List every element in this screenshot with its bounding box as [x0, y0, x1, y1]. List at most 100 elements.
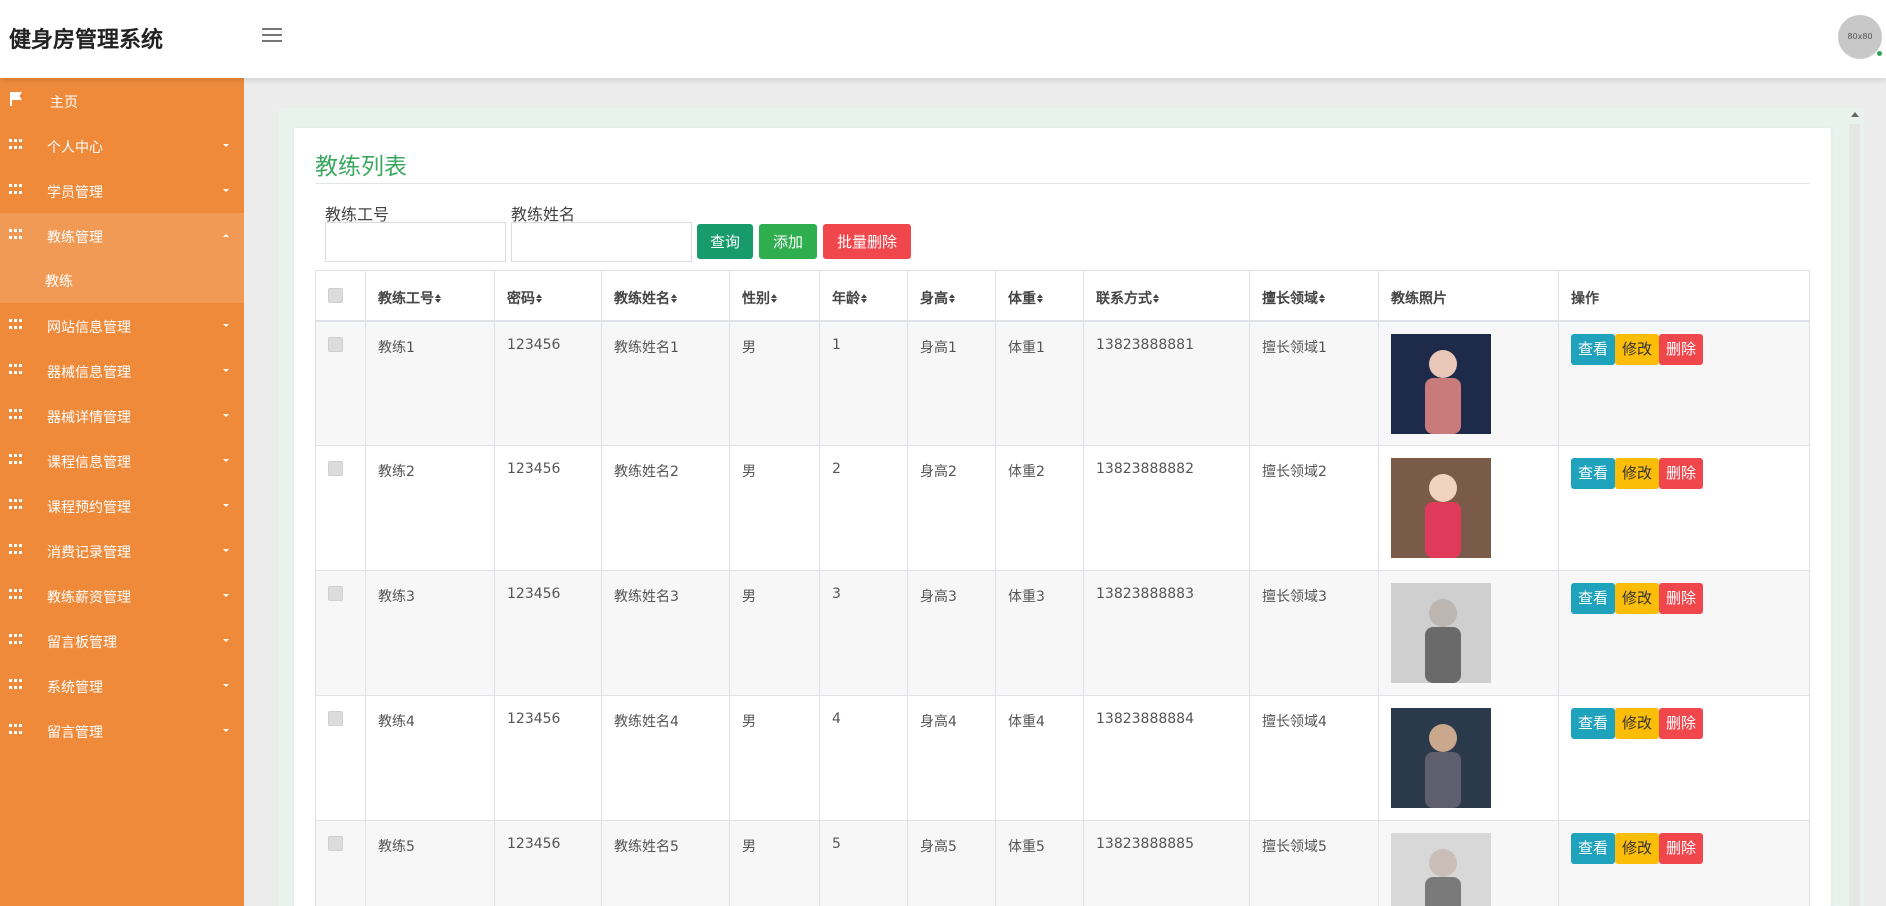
table-row: 教练2 123456 教练姓名2 男 2 身高2 体重2 13823888882 擅长领域2 查看…: [315, 445, 1810, 571]
table-cell-password: 123456: [494, 570, 602, 696]
delete-button[interactable]: 删除: [1659, 333, 1704, 365]
coach-photo[interactable]: [1391, 583, 1491, 683]
column-header[interactable]: 身高: [907, 270, 996, 322]
sidebar-item-label: 个人中心: [47, 140, 103, 156]
view-button[interactable]: 查看: [1571, 333, 1616, 365]
row-checkbox[interactable]: [328, 461, 343, 476]
view-button[interactable]: 查看: [1571, 458, 1616, 489]
column-header[interactable]: 联系方式: [1083, 270, 1250, 322]
edit-button[interactable]: 修改: [1615, 708, 1660, 739]
sidebar-item-site-info[interactable]: 网站信息管理: [0, 303, 244, 348]
coach-photo[interactable]: [1391, 333, 1491, 434]
sidebar-item-home[interactable]: 主页: [0, 78, 244, 123]
delete-button[interactable]: 删除: [1659, 833, 1704, 864]
edit-button[interactable]: 修改: [1615, 583, 1660, 614]
column-header[interactable]: 年龄: [819, 270, 908, 322]
row-checkbox[interactable]: [328, 836, 343, 851]
edit-button[interactable]: 修改: [1615, 833, 1660, 864]
table-cell-name: 教练姓名1: [601, 320, 730, 446]
table-cell-id: 教练2: [365, 445, 495, 571]
column-header[interactable]: 性别: [729, 270, 820, 322]
delete-button[interactable]: 删除: [1659, 708, 1704, 739]
query-button[interactable]: 查询: [697, 224, 753, 259]
row-checkbox[interactable]: [328, 336, 343, 352]
table-cell-id: 教练4: [365, 695, 495, 821]
table-cell-gender: 男: [729, 320, 820, 446]
sidebar-item-consumption-records[interactable]: 消费记录管理: [0, 528, 244, 573]
row-select-cell: [315, 695, 366, 821]
edit-button[interactable]: 修改: [1615, 458, 1660, 489]
table-cell-height: 身高3: [907, 570, 996, 696]
sidebar-item-label: 主页: [50, 95, 78, 111]
view-button[interactable]: 查看: [1571, 708, 1616, 739]
select-all-checkbox[interactable]: [328, 288, 343, 303]
caret-down-icon: [223, 144, 229, 147]
title-divider: [315, 183, 1810, 184]
sidebar-item-equipment-info[interactable]: 器械信息管理: [0, 348, 244, 393]
table-cell-age: 5: [819, 820, 908, 906]
sidebar-item-students[interactable]: 学员管理: [0, 168, 244, 213]
sidebar-item-course-booking[interactable]: 课程预约管理: [0, 483, 244, 528]
coach-name-input[interactable]: [511, 222, 692, 262]
actions-cell: 查看 修改 删除: [1558, 695, 1810, 821]
grid-icon: [9, 724, 22, 736]
table-cell-age: 4: [819, 695, 908, 821]
grid-icon: [9, 499, 22, 511]
vertical-scrollbar[interactable]: [1849, 124, 1860, 906]
table-cell-age: 2: [819, 445, 908, 571]
sidebar-subitem-coach[interactable]: 教练: [0, 258, 244, 303]
view-button[interactable]: 查看: [1571, 583, 1616, 614]
column-header[interactable]: 密码: [494, 270, 602, 322]
sidebar-item-label: 课程预约管理: [47, 500, 131, 516]
caret-down-icon: [223, 684, 229, 687]
sidebar-item-coaches[interactable]: 教练管理: [0, 213, 244, 258]
table-cell-height: 身高2: [907, 445, 996, 571]
coach-photo[interactable]: [1391, 833, 1491, 906]
actions-cell: 查看 修改 删除: [1558, 820, 1810, 906]
sort-icon: [949, 294, 956, 304]
flag-icon: [10, 92, 23, 106]
table-row: 教练4 123456 教练姓名4 男 4 身高4 体重4 13823888884 擅长领域4 查看…: [315, 695, 1810, 821]
column-header[interactable]: 擅长领域: [1249, 270, 1379, 322]
column-header[interactable]: 教练工号: [365, 270, 495, 322]
table-cell-weight: 体重4: [995, 695, 1084, 821]
grid-icon: [9, 679, 22, 691]
grid-icon: [9, 589, 22, 601]
scroll-up-arrow-icon[interactable]: [1851, 112, 1859, 117]
sidebar-item-personal-center[interactable]: 个人中心: [0, 123, 244, 168]
caret-down-icon: [223, 459, 229, 462]
table-cell-specialty: 擅长领域3: [1249, 570, 1379, 696]
sidebar-item-equipment-details[interactable]: 器械详情管理: [0, 393, 244, 438]
column-header[interactable]: 体重: [995, 270, 1084, 322]
actions-cell: 查看 修改 删除: [1558, 445, 1810, 571]
sidebar-item-messages[interactable]: 留言管理: [0, 708, 244, 753]
batch-delete-button[interactable]: 批量删除: [823, 224, 911, 259]
coach-photo[interactable]: [1391, 458, 1491, 558]
row-checkbox[interactable]: [328, 586, 343, 601]
table-cell-name: 教练姓名2: [601, 445, 730, 571]
table-cell-name: 教练姓名5: [601, 820, 730, 906]
menu-toggle-icon[interactable]: [262, 28, 282, 44]
row-checkbox[interactable]: [328, 711, 343, 726]
grid-icon: [9, 544, 22, 556]
view-button[interactable]: 查看: [1571, 833, 1616, 864]
sidebar-item-coach-salary[interactable]: 教练薪资管理: [0, 573, 244, 618]
sidebar-item-label: 系统管理: [47, 680, 103, 696]
row-select-cell: [315, 570, 366, 696]
sort-icon: [435, 294, 442, 304]
coach-id-input[interactable]: [325, 222, 506, 262]
edit-button[interactable]: 修改: [1615, 333, 1660, 365]
sidebar-item-course-info[interactable]: 课程信息管理: [0, 438, 244, 483]
sidebar-item-system[interactable]: 系统管理: [0, 663, 244, 708]
delete-button[interactable]: 删除: [1659, 583, 1704, 614]
sort-icon: [536, 294, 543, 304]
delete-button[interactable]: 删除: [1659, 458, 1704, 489]
add-button[interactable]: 添加: [759, 224, 817, 259]
sidebar-item-message-board[interactable]: 留言板管理: [0, 618, 244, 663]
caret-down-icon: [223, 594, 229, 597]
avatar[interactable]: 80x80: [1838, 15, 1883, 59]
column-header[interactable]: 教练姓名: [601, 270, 730, 322]
sort-icon: [671, 294, 678, 304]
coach-photo[interactable]: [1391, 708, 1491, 808]
table-cell-age: 3: [819, 570, 908, 696]
